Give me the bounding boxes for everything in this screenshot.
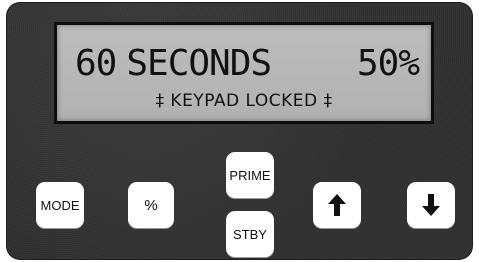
lcd-status-line: ‡ KEYPAD LOCKED ‡ [155,91,333,111]
down-button[interactable] [407,182,455,228]
lcd-time-group: 60 SECONDS [75,42,272,84]
prime-button[interactable]: PRIME [226,152,274,198]
arrow-up-icon [328,194,346,216]
prime-button-label: PRIME [229,167,271,183]
lcd-percent-value: 50% [356,42,420,84]
percent-button-label: % [144,196,158,214]
arrow-down-icon [422,194,440,216]
mode-button[interactable]: MODE [36,182,84,228]
percent-button[interactable]: % [128,182,174,228]
lcd-display: 60 SECONDS 50% ‡ KEYPAD LOCKED ‡ [54,22,434,124]
mode-button-label: MODE [40,197,80,213]
lcd-time-unit: SECONDS [126,42,272,84]
up-button[interactable] [313,182,361,228]
standby-button[interactable]: STBY [226,211,274,257]
control-panel: 60 SECONDS 50% ‡ KEYPAD LOCKED ‡ MODE % … [6,2,473,260]
lcd-time-value: 60 [75,42,117,84]
lcd-main-line: 60 SECONDS 50% [75,41,420,85]
standby-button-label: STBY [233,226,267,242]
